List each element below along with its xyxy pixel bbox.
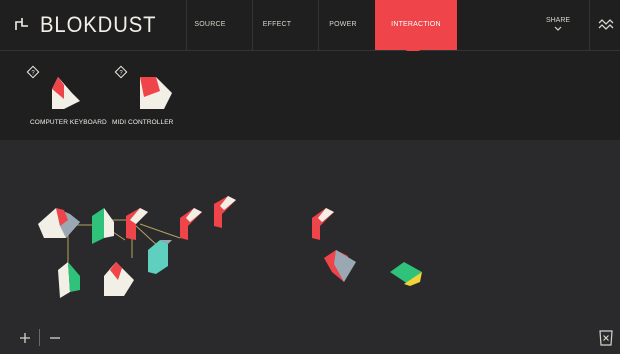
canvas-block-red-4[interactable]	[312, 208, 334, 240]
waves-menu-icon	[598, 19, 614, 30]
share-label: SHARE	[545, 17, 571, 24]
question-diamond-icon[interactable]: ?	[114, 65, 128, 79]
canvas-block-red-3[interactable]	[214, 196, 236, 228]
zoom-out-button[interactable]	[48, 331, 62, 345]
tab-power[interactable]: POWER	[318, 0, 367, 50]
settings-button[interactable]	[589, 0, 620, 50]
canvas-block-green-yellow[interactable]	[390, 262, 422, 286]
canvas-block-keyboard-2[interactable]	[104, 262, 134, 296]
zoom-in-button[interactable]	[18, 331, 32, 345]
app-title: BLOKDUST	[40, 12, 157, 37]
tab-source[interactable]: SOURCE	[186, 0, 233, 50]
blokdust-logo-icon[interactable]	[14, 16, 30, 32]
option-computer-keyboard[interactable]: ? COMPUTER KEYBOARD	[26, 51, 107, 140]
canvas-block-keyboard[interactable]	[38, 208, 80, 238]
interaction-options-panel: ? COMPUTER KEYBOARD ? MIDI CONTROLLER	[0, 51, 620, 140]
share-button[interactable]: SHARE	[544, 17, 572, 32]
canvas-block-red-gray[interactable]	[324, 250, 356, 282]
keyboard-block-icon	[52, 77, 80, 109]
top-nav-bar: BLOKDUST SOURCE EFFECT POWER INTERACTION…	[0, 0, 620, 57]
workspace-canvas[interactable]	[0, 140, 620, 354]
option-midi-controller[interactable]: ? MIDI CONTROLLER	[112, 51, 192, 140]
app-root: BLOKDUST SOURCE EFFECT POWER INTERACTION…	[0, 0, 620, 354]
chevron-down-icon	[554, 26, 562, 31]
canvas-block-green[interactable]	[92, 208, 114, 244]
question-diamond-icon[interactable]: ?	[26, 65, 40, 79]
option-label: COMPUTER KEYBOARD	[30, 119, 107, 126]
trash-x-icon[interactable]	[597, 329, 615, 347]
canvas-block-red-1[interactable]	[126, 208, 148, 240]
zoom-divider	[39, 329, 40, 346]
tab-effect[interactable]: EFFECT	[252, 0, 301, 50]
blocks-layer	[38, 196, 422, 298]
option-label: MIDI CONTROLLER	[112, 119, 174, 126]
canvas-block-red-2[interactable]	[180, 208, 202, 240]
canvas-block-teal[interactable]	[148, 240, 172, 274]
canvas-block-mint[interactable]	[58, 262, 80, 298]
midi-block-icon	[140, 77, 172, 109]
tab-interaction[interactable]: INTERACTION	[375, 0, 457, 50]
